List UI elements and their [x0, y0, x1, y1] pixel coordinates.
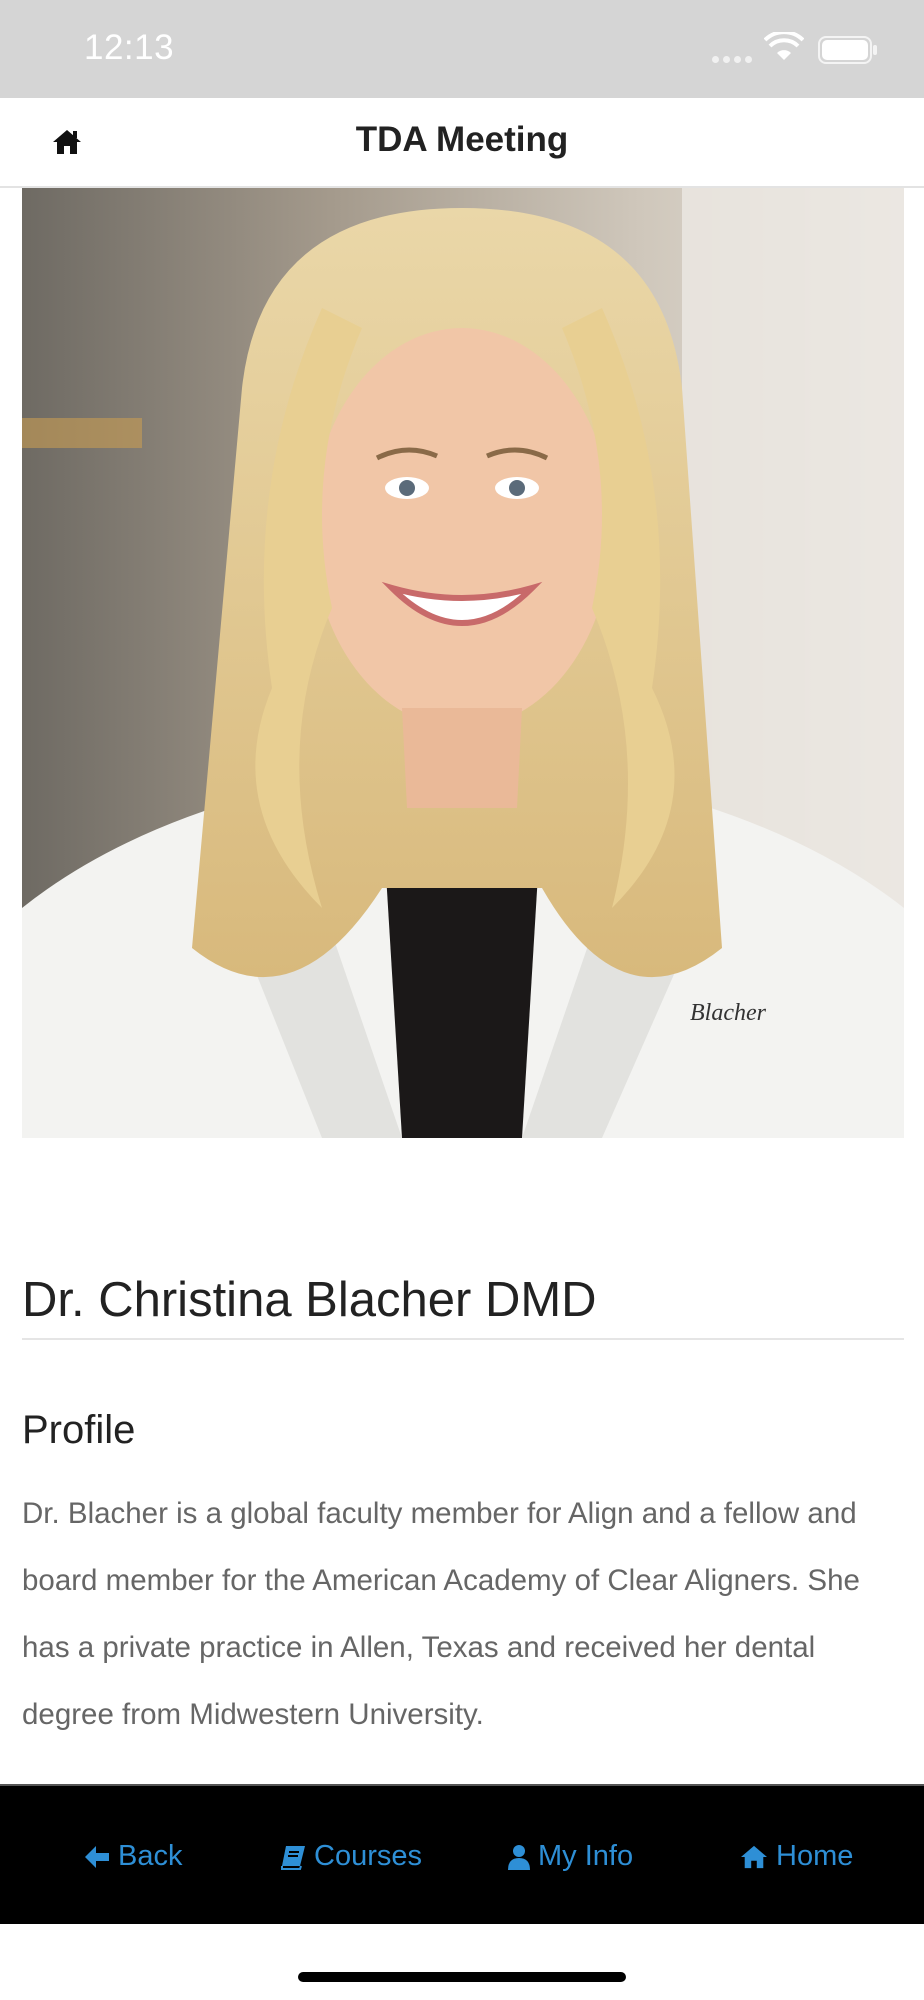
speaker-photo: Blacher — [22, 188, 904, 1138]
cellular-signal-icon — [712, 50, 756, 68]
tab-my-info-label: My Info — [538, 1840, 634, 1872]
tab-my-info[interactable]: My Info — [508, 1840, 633, 1873]
status-bar: 12:13 — [0, 0, 924, 98]
status-time: 12:13 — [84, 28, 175, 67]
tab-home-label: Home — [776, 1840, 854, 1872]
coat-embroidery: Blacher — [690, 1000, 767, 1026]
user-icon — [508, 1844, 530, 1870]
home-indicator[interactable] — [298, 1972, 626, 1982]
book-icon — [281, 1845, 305, 1870]
nav-bar: TDA Meeting — [0, 98, 924, 188]
arrow-left-icon — [85, 1845, 109, 1868]
wifi-icon — [764, 32, 804, 60]
page-title: TDA Meeting — [355, 120, 569, 159]
divider — [22, 1338, 904, 1340]
tab-home[interactable]: Home — [740, 1840, 853, 1873]
battery-icon — [818, 36, 877, 64]
speaker-name: Dr. Christina Blacher DMD — [22, 1273, 597, 1327]
speaker-bio: Dr. Blacher is a global faculty member f… — [22, 1497, 860, 1731]
tab-courses-label: Courses — [314, 1840, 422, 1872]
tab-back-label: Back — [118, 1840, 183, 1872]
bottom-tab-bar: Back Courses My Info Home — [0, 1784, 924, 1924]
tab-back[interactable]: Back — [84, 1840, 182, 1873]
tab-courses[interactable]: Courses — [280, 1840, 422, 1873]
profile-heading: Profile — [22, 1408, 136, 1452]
home-icon — [741, 1845, 767, 1868]
